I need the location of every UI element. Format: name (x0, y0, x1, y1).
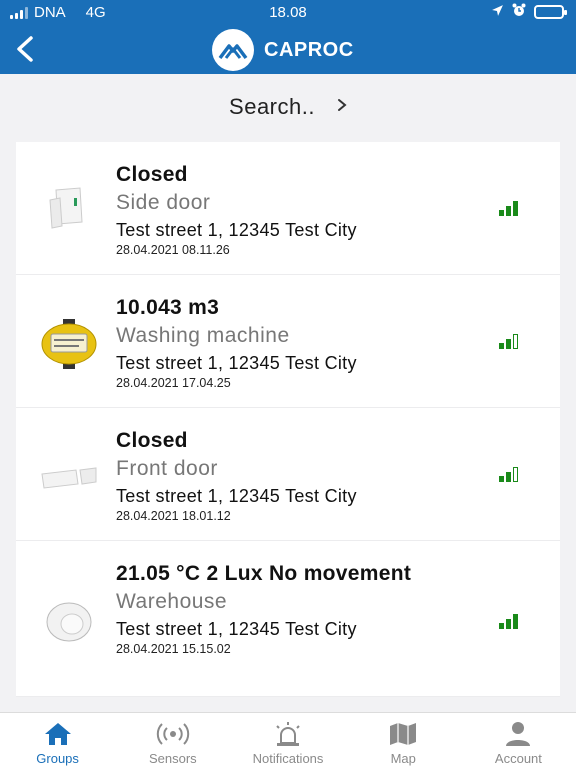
device-status: 10.043 m3 (116, 296, 220, 319)
status-bar-right (491, 3, 567, 21)
tab-label: Account (494, 751, 542, 766)
tab-sensors[interactable]: Sensors (115, 713, 230, 768)
chevron-left-icon (17, 36, 33, 62)
tab-bar: Groups Sensors Notifications Map Account (0, 712, 576, 768)
signal-strength-icon (499, 333, 518, 349)
tab-label: Map (390, 751, 416, 766)
battery-icon (534, 5, 567, 19)
tab-groups[interactable]: Groups (0, 713, 115, 768)
door-sensor-icon (40, 178, 98, 236)
person-icon (504, 721, 532, 747)
device-status: 21.05 °C 2 Lux No movement (116, 562, 412, 585)
device-status: Closed (116, 429, 188, 452)
sensors-icon (156, 721, 190, 747)
list-item[interactable]: 10.043 m3 Washing machine Test street 1,… (16, 275, 560, 408)
device-address: Test street 1, 12345 Test City (116, 353, 357, 373)
tab-label: Notifications (252, 751, 324, 766)
tab-map[interactable]: Map (346, 713, 461, 768)
home-icon (43, 721, 73, 747)
brand: CAPROC (212, 29, 354, 71)
device-name: Side door (116, 191, 211, 214)
signal-strength-icon (499, 613, 518, 629)
status-bar: DNA 4G 18.08 (0, 0, 576, 24)
tab-label: Sensors (148, 751, 197, 766)
device-name: Washing machine (116, 324, 290, 347)
device-timestamp: 28.04.2021 18.01.12 (116, 509, 231, 523)
search-label: Search.. (229, 94, 315, 119)
caproc-logo (212, 29, 254, 71)
tab-label: Groups (36, 751, 79, 766)
clock: 18.08 (269, 4, 307, 21)
back-button[interactable] (8, 32, 42, 66)
signal-strength-icon (499, 466, 518, 482)
device-address: Test street 1, 12345 Test City (116, 220, 357, 240)
map-icon (388, 721, 418, 747)
alarm-light-icon (272, 721, 304, 747)
motion-sensor-icon (40, 593, 98, 651)
magnetic-contact-icon (40, 448, 98, 506)
device-list: Closed Side door Test street 1, 12345 Te… (16, 142, 560, 697)
brand-name: CAPROC (264, 38, 354, 61)
list-item[interactable]: Closed Front door Test street 1, 12345 T… (16, 408, 560, 541)
device-name: Warehouse (116, 590, 228, 613)
tab-notifications[interactable]: Notifications (230, 713, 345, 768)
chevron-right-icon (337, 98, 347, 117)
alarm-clock-icon (512, 3, 526, 21)
tab-account[interactable]: Account (461, 713, 576, 768)
list-item[interactable]: 21.05 °C 2 Lux No movement Warehouse Tes… (16, 541, 560, 697)
app-header: CAPROC (0, 24, 576, 74)
location-arrow-icon (491, 4, 504, 21)
device-timestamp: 28.04.2021 17.04.25 (116, 376, 231, 390)
device-status: Closed (116, 163, 188, 186)
device-address: Test street 1, 12345 Test City (116, 619, 357, 639)
device-timestamp: 28.04.2021 08.11.26 (116, 243, 230, 257)
list-item[interactable]: Closed Side door Test street 1, 12345 Te… (16, 142, 560, 275)
device-timestamp: 28.04.2021 15.15.02 (116, 642, 231, 656)
search-button[interactable]: Search.. (0, 74, 576, 140)
device-address: Test street 1, 12345 Test City (116, 486, 357, 506)
signal-strength-icon (499, 200, 518, 216)
water-meter-icon (40, 315, 98, 373)
device-name: Front door (116, 457, 218, 480)
